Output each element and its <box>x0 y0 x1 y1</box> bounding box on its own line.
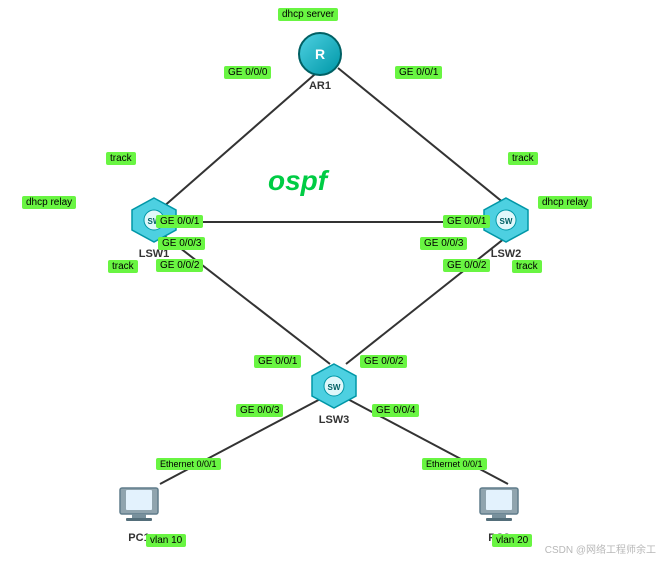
lsw3-switch-icon: SW <box>310 362 358 410</box>
lsw2-node[interactable]: SW LSW2 <box>482 196 530 260</box>
pc1-icon <box>116 482 162 528</box>
network-diagram: dhcp server R AR1 ospf track track track… <box>0 0 664 564</box>
ar1-label: AR1 <box>309 80 331 92</box>
ospf-label: ospf <box>268 165 327 197</box>
ge-ar1-lsw1-label: GE 0/0/0 <box>224 66 271 79</box>
vlan10-label: vlan 10 <box>146 534 186 547</box>
eth-pc1-label: Ethernet 0/0/1 <box>156 458 221 470</box>
lsw2-label: LSW2 <box>491 248 522 260</box>
dhcp-relay-lsw1: dhcp relay <box>22 196 76 209</box>
ge-lsw1-ar1-label: GE 0/0/1 <box>156 215 203 228</box>
track-lsw2-top: track <box>508 152 538 165</box>
svg-text:SW: SW <box>328 383 341 392</box>
ge-lsw2-lsw3-label: GE 0/0/2 <box>443 259 490 272</box>
ge-lsw1-lsw2-label: GE 0/0/3 <box>158 237 205 250</box>
ge-lsw2-lsw1-label: GE 0/0/3 <box>420 237 467 250</box>
track-lsw1-top: track <box>106 152 136 165</box>
track-lsw2-bottom: track <box>512 260 542 273</box>
ge-lsw3-pc1-label: GE 0/0/3 <box>236 404 283 417</box>
dhcp-relay-lsw2: dhcp relay <box>538 196 592 209</box>
ge-lsw3-lsw1-label: GE 0/0/1 <box>254 355 301 368</box>
pc2-icon <box>476 482 522 528</box>
svg-text:SW: SW <box>500 217 513 226</box>
vlan20-label: vlan 20 <box>492 534 532 547</box>
dhcp-server-tag: dhcp server <box>278 8 338 21</box>
ge-lsw3-lsw2-label: GE 0/0/2 <box>360 355 407 368</box>
ge-lsw1-lsw3-label: GE 0/0/2 <box>156 259 203 272</box>
ge-lsw3-pc2-label: GE 0/0/4 <box>372 404 419 417</box>
eth-pc2-label: Ethernet 0/0/1 <box>422 458 487 470</box>
track-lsw1-bottom: track <box>108 260 138 273</box>
lsw1-node[interactable]: SW LSW1 <box>130 196 178 260</box>
lsw3-label: LSW3 <box>319 414 350 426</box>
ge-ar1-lsw2-label: GE 0/0/1 <box>395 66 442 79</box>
ge-lsw2-ar1-label: GE 0/0/1 <box>443 215 490 228</box>
watermark: CSDN @网络工程师余工 <box>545 541 656 556</box>
router-icon: R <box>298 32 342 76</box>
ar1-node[interactable]: R AR1 <box>298 32 342 92</box>
lsw3-node[interactable]: SW LSW3 <box>310 362 358 426</box>
